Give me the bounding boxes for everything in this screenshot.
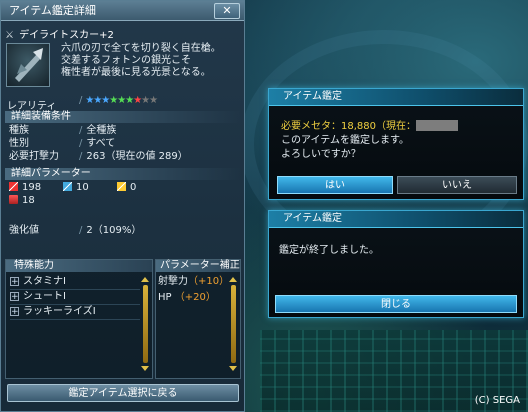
rarity-stars-empty: ★★ [141, 95, 158, 106]
panel-title-bar: アイテム鑑定詳細 ✕ [1, 1, 244, 21]
done-dialog-title: アイテム鑑定 [269, 211, 523, 228]
confirm-message-1: このアイテムを鑑定します。 [281, 135, 409, 146]
condition-value-race: / 全種族 [79, 125, 117, 136]
param-hp: 18 [9, 195, 35, 207]
ability-item[interactable]: + スタミナⅠ [10, 275, 140, 290]
done-message: 鑑定が終了しました。 [279, 245, 379, 256]
rarity-stars-red: ★ [133, 95, 142, 106]
sword-icon [9, 182, 18, 191]
abilities-title: 特殊能力 [6, 260, 152, 272]
item-name: デイライトスカー+2 [19, 30, 114, 41]
panel-title: アイテム鑑定詳細 [9, 4, 96, 17]
scroll-up-arrow[interactable] [141, 277, 149, 282]
no-button[interactable]: いいえ [397, 176, 517, 194]
rarity-label: レアリティ [7, 101, 57, 112]
condition-value-gender: / すべて [79, 138, 116, 149]
param-staff: 0 [117, 182, 136, 194]
item-image [6, 43, 50, 87]
separator: / [79, 95, 83, 106]
condition-value-power: /263（現在の値 289） [79, 151, 188, 162]
section-conditions: 詳細装備条件 [5, 111, 241, 123]
grind-value: /2（109%） [79, 225, 142, 236]
bonus-scrollbar[interactable] [231, 285, 236, 363]
expand-icon: + [10, 307, 19, 317]
section-parameters: 詳細パラメーター [5, 168, 241, 180]
staff-icon [117, 182, 126, 191]
item-description: 六爪の刃で全てを切り裂く自在槍。 交差するフォトンの銀光こそ 権性者が最後に見る… [61, 43, 241, 79]
confirm-dialog: アイテム鑑定 必要メセタ：18,880（現在： このアイテムを鑑定します。 よろ… [268, 88, 524, 200]
close-dialog-button[interactable]: 閉じる [275, 295, 517, 313]
cost-line: 必要メセタ：18,880（現在： [281, 120, 458, 133]
copyright: (C) SEGA [474, 395, 520, 406]
confirm-message-2: よろしいですか？ [281, 149, 361, 160]
back-to-selection-button[interactable]: 鑑定アイテム選択に戻る [7, 384, 239, 402]
expand-icon: + [10, 277, 19, 287]
rarity-stars-blue: ★★★ [85, 95, 110, 106]
redacted-amount [416, 120, 458, 131]
grind-label: 強化値 [9, 225, 39, 236]
bonus-row-shoot: 射撃力（+10） [158, 276, 230, 287]
hp-icon [9, 195, 18, 204]
scroll-up-arrow[interactable] [229, 277, 237, 282]
scroll-down-arrow[interactable] [141, 366, 149, 371]
confirm-dialog-title: アイテム鑑定 [269, 89, 523, 106]
rarity-stars: / ★★★★★★★★★ [79, 95, 158, 106]
condition-label-race: 種族 [9, 125, 29, 136]
description-line: 交差するフォトンの銀光こそ [61, 55, 191, 66]
ability-item[interactable]: + シュートⅠ [10, 290, 140, 305]
abilities-box: 特殊能力 + スタミナⅠ + シュートⅠ + ラッキーライズⅠ [5, 259, 153, 379]
weapon-icon: ⚔ [5, 30, 14, 41]
param-sword: 198 [9, 182, 41, 194]
abilities-scrollbar[interactable] [143, 285, 148, 363]
bonus-row-hp: HP （+20） [158, 292, 216, 303]
partizan-icon [15, 48, 43, 82]
rarity-stars-green: ★★★ [109, 95, 134, 106]
condition-label-gender: 性別 [9, 138, 29, 149]
expand-icon: + [10, 292, 19, 302]
ability-item[interactable]: + ラッキーライズⅠ [10, 305, 140, 320]
condition-label-power: 必要打撃力 [9, 151, 59, 162]
yes-button[interactable]: はい [277, 176, 393, 194]
item-detail-panel: アイテム鑑定詳細 ✕ ⚔ デイライトスカー+2 六爪の刃で全てを切り裂く自在槍。… [0, 0, 245, 412]
description-line: 六爪の刃で全てを切り裂く自在槍。 [61, 43, 221, 54]
scroll-down-arrow[interactable] [229, 366, 237, 371]
close-button[interactable]: ✕ [214, 3, 240, 19]
param-bonus-box: パラメーター補正 射撃力（+10） HP （+20） [155, 259, 241, 379]
arrow-icon [63, 182, 72, 191]
item-name-row: ⚔ デイライトスカー+2 [5, 30, 241, 42]
description-line: 権性者が最後に見る光景となる。 [61, 67, 211, 78]
param-arrow: 10 [63, 182, 89, 194]
done-dialog: アイテム鑑定 鑑定が終了しました。 閉じる [268, 210, 524, 318]
param-bonus-title: パラメーター補正 [156, 260, 240, 272]
